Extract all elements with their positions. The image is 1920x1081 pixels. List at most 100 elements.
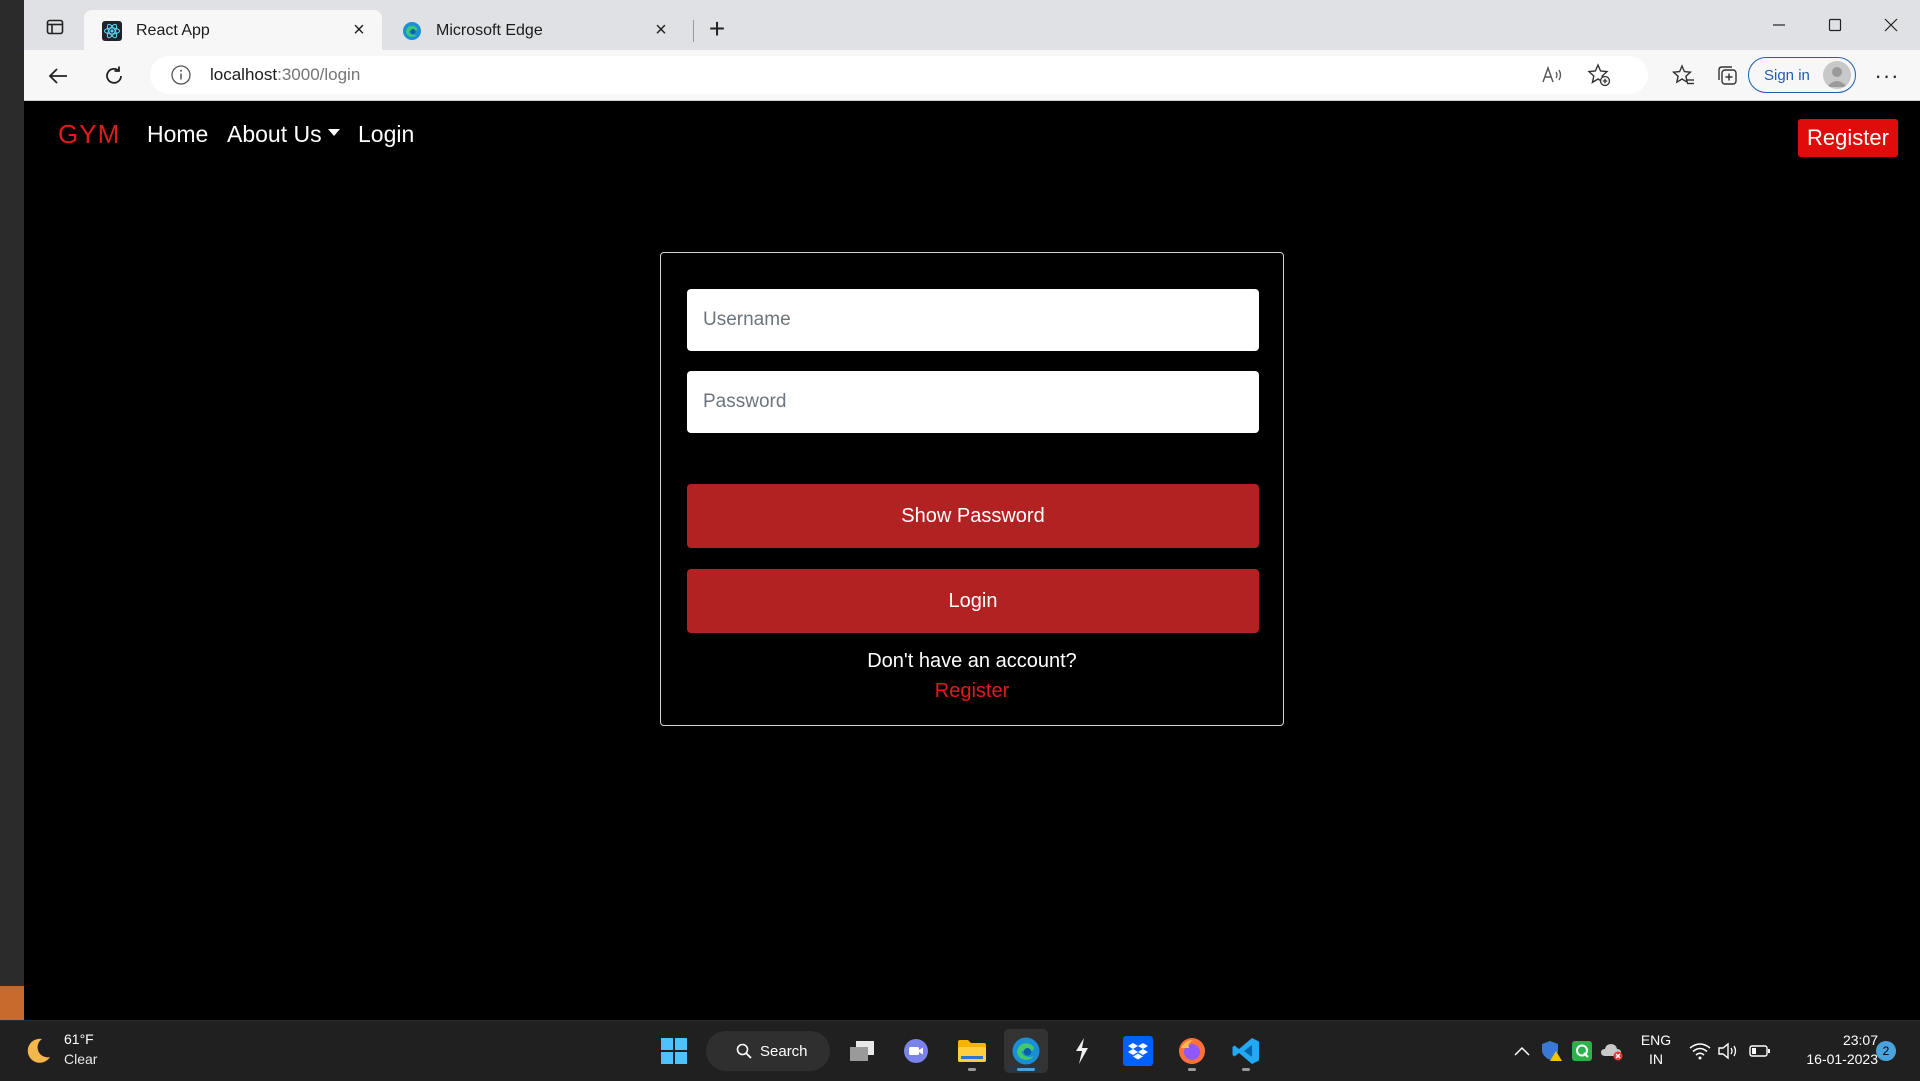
star-add-icon bbox=[1587, 63, 1611, 87]
site-navbar: GYM Home About Us Login Register bbox=[24, 101, 1920, 169]
qbittorrent-tray-button[interactable] bbox=[1568, 1035, 1596, 1067]
weather-temperature[interactable]: 61°F bbox=[64, 1031, 94, 1047]
sign-in-label: Sign in bbox=[1764, 66, 1810, 84]
wifi-icon bbox=[1689, 1043, 1711, 1060]
background-app-strip bbox=[0, 0, 24, 1020]
login-card: Username Password Show Password Login Do… bbox=[660, 252, 1284, 726]
q-app-icon bbox=[1572, 1041, 1592, 1061]
register-link[interactable]: Register bbox=[661, 680, 1283, 703]
add-favorite-button[interactable] bbox=[1582, 58, 1616, 92]
vscode-button[interactable] bbox=[1224, 1029, 1268, 1073]
sign-in-button[interactable]: Sign in bbox=[1748, 57, 1856, 93]
file-explorer-button[interactable] bbox=[950, 1029, 994, 1073]
tab-bar: React App × Microsoft Edge × + bbox=[24, 0, 1920, 51]
tab-title: React App bbox=[136, 21, 210, 39]
show-password-button[interactable]: Show Password bbox=[687, 484, 1259, 548]
chat-icon bbox=[904, 1039, 928, 1063]
language-code: ENG bbox=[1640, 1032, 1672, 1048]
close-window-button[interactable] bbox=[1862, 0, 1920, 50]
new-tab-button[interactable]: + bbox=[700, 12, 734, 46]
tab-react-app[interactable]: React App × bbox=[84, 10, 382, 51]
moon-weather-icon[interactable] bbox=[22, 1035, 54, 1067]
close-tab-icon[interactable]: × bbox=[344, 16, 374, 46]
refresh-icon bbox=[106, 66, 122, 84]
nav-about-us-dropdown[interactable]: About Us bbox=[227, 121, 340, 148]
react-icon bbox=[102, 20, 122, 41]
url-field[interactable]: localhost:3000/login bbox=[150, 56, 1648, 94]
onedrive-tray-button[interactable] bbox=[1598, 1035, 1626, 1067]
battery-icon bbox=[1749, 1045, 1770, 1057]
back-button[interactable] bbox=[40, 58, 76, 94]
shield-warning-icon bbox=[1542, 1041, 1562, 1061]
start-button[interactable] bbox=[652, 1029, 696, 1073]
firefox-icon bbox=[1179, 1038, 1205, 1064]
login-button[interactable]: Login bbox=[687, 569, 1259, 633]
taskbar-search[interactable]: Search bbox=[706, 1031, 830, 1071]
refresh-button[interactable] bbox=[96, 58, 132, 94]
taskbar: 61°F Clear Search ENG IN 23:07 16-01-202… bbox=[0, 1020, 1920, 1081]
collections-icon bbox=[1718, 66, 1737, 85]
nav-home-link[interactable]: Home bbox=[147, 121, 208, 148]
running-indicator bbox=[968, 1068, 976, 1071]
maximize-button[interactable] bbox=[1806, 0, 1864, 50]
favorites-button[interactable] bbox=[1666, 58, 1702, 94]
volume-button[interactable] bbox=[1714, 1035, 1742, 1067]
wifi-button[interactable] bbox=[1686, 1035, 1714, 1067]
background-app-accent bbox=[0, 986, 24, 1020]
site-info-icon[interactable] bbox=[170, 64, 192, 86]
weather-condition[interactable]: Clear bbox=[64, 1051, 97, 1067]
no-account-text: Don't have an account? bbox=[867, 650, 1077, 672]
notification-badge[interactable]: 2 bbox=[1876, 1041, 1896, 1061]
url-host: localhost bbox=[210, 65, 278, 84]
security-tray-icon-button[interactable] bbox=[1538, 1035, 1566, 1067]
navbar-register-button[interactable]: Register bbox=[1798, 119, 1898, 157]
page-content: GYM Home About Us Login Register Usernam… bbox=[24, 101, 1920, 1020]
firefox-button[interactable] bbox=[1170, 1029, 1214, 1073]
collections-button[interactable] bbox=[1710, 58, 1746, 94]
caret-down-icon bbox=[327, 129, 340, 137]
region-code: IN bbox=[1649, 1051, 1663, 1067]
maximize-icon bbox=[1828, 18, 1842, 32]
cloud-error-icon bbox=[1601, 1044, 1623, 1061]
speaker-icon bbox=[1718, 1042, 1737, 1060]
search-icon bbox=[736, 1043, 752, 1059]
nav-about-us-label: About Us bbox=[227, 121, 322, 147]
username-input[interactable]: Username bbox=[687, 289, 1259, 351]
back-arrow-icon bbox=[48, 68, 67, 84]
teams-chat-button[interactable] bbox=[894, 1029, 938, 1073]
url-text: localhost:3000/login bbox=[210, 65, 360, 85]
nav-login-link[interactable]: Login bbox=[358, 121, 414, 148]
show-hidden-icons-button[interactable] bbox=[1508, 1035, 1536, 1067]
dropbox-button[interactable] bbox=[1116, 1029, 1160, 1073]
favorites-icon bbox=[1672, 64, 1694, 85]
battery-button[interactable] bbox=[1746, 1035, 1774, 1067]
language-indicator[interactable]: ENG IN bbox=[1636, 1031, 1676, 1069]
clock-time: 23:07 bbox=[1842, 1032, 1878, 1048]
minimize-icon bbox=[1773, 24, 1785, 26]
close-tab-icon[interactable]: × bbox=[646, 16, 676, 46]
clock[interactable]: 23:07 16-01-2023 bbox=[1788, 1031, 1878, 1069]
search-label: Search bbox=[760, 1042, 808, 1060]
folder-icon bbox=[958, 1040, 986, 1062]
lightning-app-icon bbox=[1076, 1038, 1088, 1064]
password-input[interactable]: Password bbox=[687, 371, 1259, 433]
running-indicator bbox=[1242, 1068, 1250, 1071]
tab-actions-button[interactable] bbox=[38, 10, 72, 44]
task-view-button[interactable] bbox=[840, 1029, 884, 1073]
windows-start-icon bbox=[661, 1038, 687, 1064]
task-view-icon bbox=[850, 1041, 874, 1061]
tab-microsoft-edge[interactable]: Microsoft Edge × bbox=[384, 10, 684, 51]
tab-separator bbox=[693, 20, 694, 42]
read-aloud-button[interactable] bbox=[1536, 58, 1570, 92]
minimize-button[interactable] bbox=[1750, 0, 1808, 50]
edge-icon bbox=[402, 21, 422, 41]
running-indicator bbox=[1188, 1068, 1196, 1071]
app-taskbar-button[interactable] bbox=[1060, 1029, 1104, 1073]
brand-logo[interactable]: GYM bbox=[58, 119, 120, 150]
tab-actions-icon bbox=[46, 19, 64, 35]
settings-more-button[interactable]: ··· bbox=[1869, 58, 1905, 94]
edge-taskbar-button[interactable] bbox=[1004, 1029, 1048, 1073]
tab-title: Microsoft Edge bbox=[436, 21, 543, 39]
url-path: :3000/login bbox=[277, 65, 361, 84]
address-bar-row: localhost:3000/login Sign in ··· bbox=[24, 50, 1920, 101]
